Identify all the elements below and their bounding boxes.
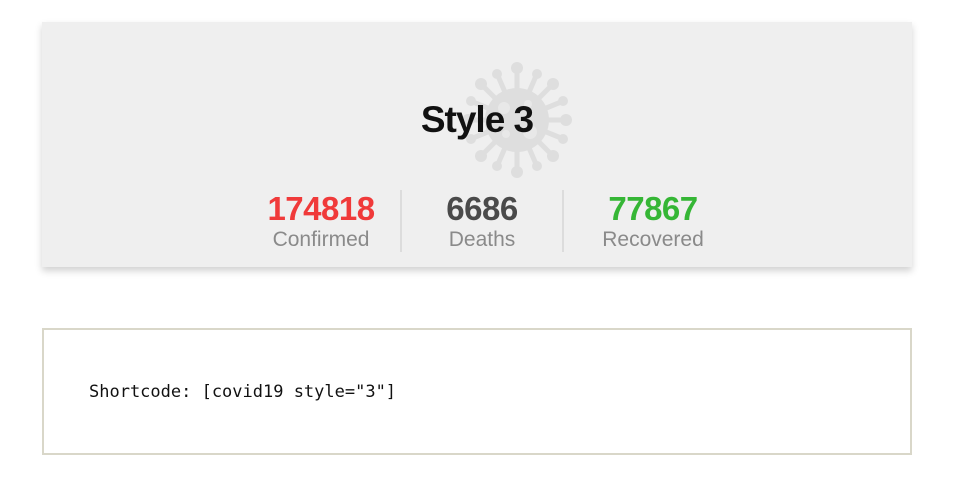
shortcode-box: Shortcode: [covid19 style="3"]	[42, 328, 912, 455]
widget-title: Style 3	[420, 99, 534, 140]
stat-confirmed: 174818 Confirmed	[242, 190, 400, 252]
stat-divider	[562, 190, 564, 252]
shortcode-text[interactable]: Shortcode: [covid19 style="3"]	[89, 382, 396, 402]
deaths-label: Deaths	[448, 228, 516, 251]
stats-row: 174818 Confirmed 6686 Deaths 77867 Recov…	[42, 190, 912, 252]
covid-stats-card: Style 3 174818 Confirmed 6686 Deaths 778…	[42, 22, 912, 267]
stat-recovered: 77867 Recovered	[565, 190, 741, 252]
confirmed-value: 174818	[267, 190, 375, 227]
deaths-value: 6686	[446, 190, 518, 227]
recovered-value: 77867	[608, 190, 698, 227]
recovered-label: Recovered	[602, 228, 704, 251]
stat-deaths: 6686 Deaths	[402, 190, 562, 252]
confirmed-label: Confirmed	[272, 228, 370, 251]
